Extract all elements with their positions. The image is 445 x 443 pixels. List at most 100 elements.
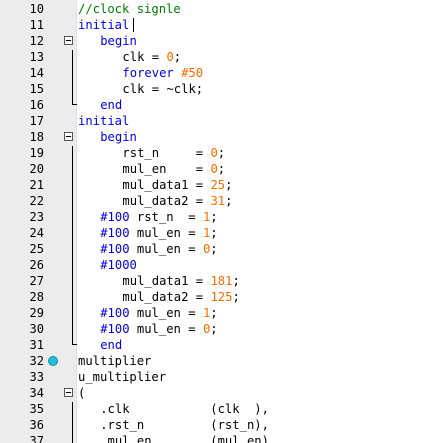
code-line[interactable]: 32 multiplier <box>0 353 445 369</box>
code-token: ( <box>78 386 86 400</box>
code-text: .clk (clk ), <box>100 401 269 417</box>
code-line[interactable]: 19 rst_n = 0; <box>0 145 445 161</box>
line-number: 25 <box>29 242 44 256</box>
code-line[interactable]: 18 begin <box>0 129 445 145</box>
code-token: ; <box>210 322 218 336</box>
code-token: 0 <box>210 162 218 176</box>
line-number: 18 <box>29 130 44 144</box>
code-text: clk = ~clk; <box>122 81 203 97</box>
code-token: = <box>188 242 203 256</box>
line-number: 33 <box>29 370 44 384</box>
code-line[interactable]: 34 ( <box>0 385 445 401</box>
code-editor[interactable]: 10 //clock signle 11 initial 12 begin 13 clk = … <box>0 0 445 443</box>
code-line[interactable]: 31 end <box>0 337 445 353</box>
code-token: mul_data2 <box>122 194 196 208</box>
code-token: mul_en <box>122 162 196 176</box>
line-number: 29 <box>29 306 44 320</box>
code-line[interactable]: 35 .clk (clk ), <box>0 401 445 417</box>
code-token: begin <box>100 130 137 144</box>
code-token: = <box>195 290 211 304</box>
text-cursor <box>133 18 134 32</box>
code-line[interactable]: 12 begin <box>0 33 445 49</box>
code-token: initial <box>78 114 130 128</box>
code-token: #100 <box>100 226 137 240</box>
line-number: 23 <box>29 210 44 224</box>
fold-guide <box>72 402 73 443</box>
code-line[interactable]: 28 mul_data2 = 125; <box>0 289 445 305</box>
code-text: rst_n = 0; <box>122 145 225 161</box>
code-token: #100 <box>100 322 137 336</box>
code-line[interactable]: 14 forever #50 <box>0 65 445 81</box>
code-token: ; <box>173 50 182 64</box>
code-text: #100 rst_n = 1; <box>100 209 217 225</box>
code-token: #50 <box>181 66 204 80</box>
line-number: 28 <box>29 290 44 304</box>
fold-collapse-icon[interactable] <box>64 388 73 397</box>
code-token: ; <box>217 146 226 160</box>
code-token: u_multiplier <box>78 370 167 384</box>
line-number: 32 <box>29 354 44 368</box>
code-line[interactable]: 26 #1000 <box>0 257 445 273</box>
code-line[interactable]: 15 clk = ~clk; <box>0 81 445 97</box>
code-line[interactable]: 30 #100 mul_en = 0; <box>0 321 445 337</box>
code-line[interactable]: 36 .rst_n (rst_n), <box>0 417 445 433</box>
fold-guide-end <box>72 104 77 105</box>
code-token: #100 <box>100 210 137 224</box>
code-token: ( <box>210 402 218 416</box>
line-number: 24 <box>29 226 44 240</box>
code-text: //clock signle <box>78 1 181 17</box>
code-line[interactable]: 11 initial <box>0 17 445 33</box>
fold-guide-end <box>72 344 77 345</box>
code-line[interactable]: 10 //clock signle <box>0 1 445 17</box>
code-text: mul_data2 = 31; <box>122 193 232 209</box>
code-token: clk <box>122 82 152 96</box>
code-line[interactable]: 33 u_multiplier <box>0 369 445 385</box>
code-text: #100 mul_en = 1; <box>100 305 217 321</box>
code-line[interactable]: 24 #100 mul_en = 1; <box>0 225 445 241</box>
code-text: forever #50 <box>122 65 203 81</box>
code-token: clk <box>122 50 152 64</box>
code-token: = <box>195 146 211 160</box>
code-line[interactable]: 16 end <box>0 97 445 113</box>
line-number: 27 <box>29 274 44 288</box>
code-line[interactable]: 29 #100 mul_en = 1; <box>0 305 445 321</box>
code-token: 25 <box>210 178 226 192</box>
code-line[interactable]: 20 mul_en = 0; <box>0 161 445 177</box>
code-line[interactable]: 23 #100 rst_n = 1; <box>0 209 445 225</box>
code-token: = <box>151 50 167 64</box>
code-token: ; <box>225 178 233 192</box>
code-line[interactable]: 22 mul_data2 = 31; <box>0 193 445 209</box>
code-token: clk <box>217 402 255 416</box>
code-line[interactable]: 17 initial <box>0 113 445 129</box>
code-token: ; <box>210 242 218 256</box>
code-line[interactable]: 13 clk = 0; <box>0 49 445 65</box>
code-token: #1000 <box>100 258 137 272</box>
code-text: mul_en = 0; <box>122 161 225 177</box>
code-line[interactable]: 25 #100 mul_en = 0; <box>0 241 445 257</box>
code-token: 181 <box>210 274 233 288</box>
code-token: ; <box>225 194 233 208</box>
fold-collapse-icon[interactable] <box>64 132 73 141</box>
code-token: ; <box>232 274 240 288</box>
code-token: initial <box>78 18 130 32</box>
fold-collapse-icon[interactable] <box>64 36 73 45</box>
code-token: .mul_en <box>100 434 211 443</box>
code-line[interactable]: 37 .mul_en (mul_en) <box>0 433 445 443</box>
breakpoint-marker-icon[interactable] <box>48 356 58 366</box>
code-text: ( <box>78 385 85 401</box>
code-line[interactable]: 27 mul_data1 = 181; <box>0 273 445 289</box>
code-text: mul_data1 = 25; <box>122 177 232 193</box>
line-number: 36 <box>29 418 44 432</box>
code-token: ( <box>210 418 218 432</box>
line-number: 22 <box>29 194 44 208</box>
line-number: 19 <box>29 146 44 160</box>
code-token: rst_n <box>217 418 255 432</box>
code-token: mul_en <box>136 226 189 240</box>
code-token: #100 <box>100 306 137 320</box>
code-line[interactable]: 21 mul_data1 = 25; <box>0 177 445 193</box>
code-text: #100 mul_en = 0; <box>100 321 217 337</box>
code-token: mul_data2 <box>122 290 196 304</box>
code-token: 125 <box>210 290 233 304</box>
code-text: end <box>100 97 122 113</box>
line-number: 20 <box>29 162 44 176</box>
